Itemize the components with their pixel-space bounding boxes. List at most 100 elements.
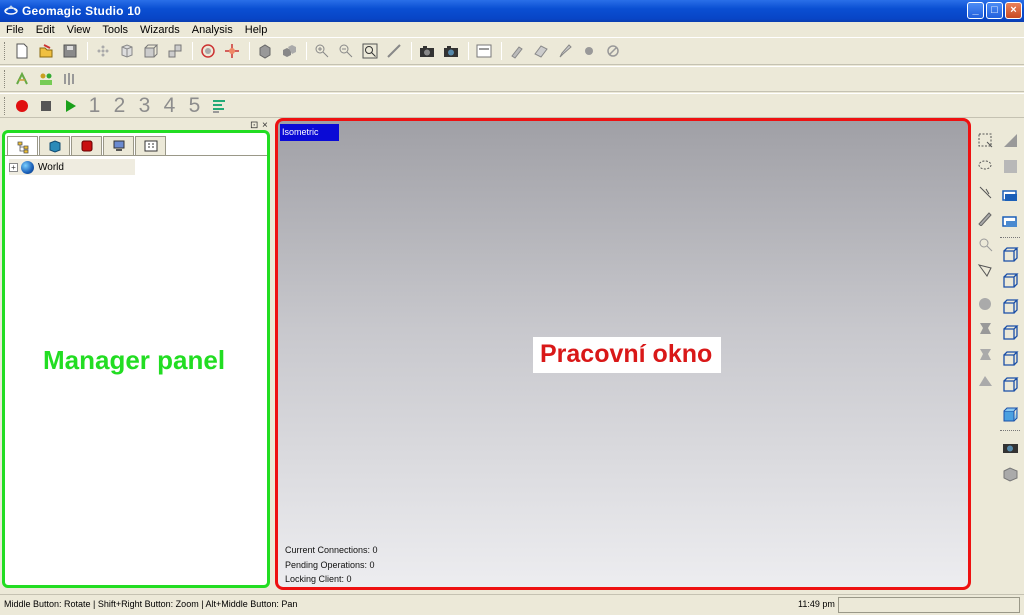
mesh-icon[interactable] — [116, 41, 137, 62]
display-icon — [81, 140, 92, 152]
assembly-icon[interactable] — [164, 41, 185, 62]
toolbar-separator — [411, 42, 412, 60]
macro-1-button[interactable]: 1 — [83, 94, 106, 118]
zoom-select-icon[interactable] — [975, 234, 996, 255]
macro-3-button[interactable]: 3 — [133, 94, 156, 118]
tab-computer[interactable] — [103, 136, 134, 155]
shaded-cube-icon[interactable] — [254, 41, 275, 62]
menu-analysis[interactable]: Analysis — [186, 24, 239, 36]
toolbar-grip[interactable] — [1000, 430, 1020, 433]
dot-icon[interactable] — [578, 41, 599, 62]
globe-icon — [21, 160, 34, 174]
macro-4-button[interactable]: 4 — [158, 94, 181, 118]
view-back-icon[interactable] — [1000, 270, 1021, 291]
zoom-fit-icon[interactable] — [359, 41, 380, 62]
cancel-circle-icon[interactable] — [602, 41, 623, 62]
box-view-icon[interactable] — [1000, 463, 1021, 484]
toolbar-separator — [306, 42, 307, 60]
columns-icon[interactable] — [59, 69, 80, 90]
sphere-select-icon[interactable] — [975, 293, 996, 314]
center-icon[interactable] — [221, 41, 242, 62]
invert-select-icon[interactable] — [975, 370, 996, 391]
snapshot-icon[interactable] — [1000, 437, 1021, 458]
tab-model-manager[interactable] — [7, 136, 38, 156]
menu-tools[interactable]: Tools — [96, 24, 134, 36]
shrink-select-icon[interactable] — [975, 344, 996, 365]
minimize-button[interactable]: _ — [967, 2, 984, 19]
new-file-icon[interactable] — [11, 41, 32, 62]
view-isometric-icon[interactable] — [1000, 404, 1021, 425]
record-icon[interactable] — [11, 95, 32, 116]
menu-bar: File Edit View Tools Wizards Analysis He… — [0, 22, 1024, 37]
macro-list-icon[interactable] — [208, 95, 229, 116]
rect-select-icon[interactable] — [975, 130, 996, 151]
measure-icon[interactable] — [383, 41, 404, 62]
main-toolbar — [0, 37, 1024, 65]
camera-icon[interactable] — [416, 41, 437, 62]
shade-box-icon[interactable] — [1000, 156, 1021, 177]
title-bar: Geomagic Studio 10 _ □ × — [0, 0, 1024, 22]
manager-panel-annotation: Manager panel — [43, 345, 226, 375]
toolbar-separator — [87, 42, 88, 60]
view-right-icon[interactable] — [1000, 322, 1021, 343]
close-button[interactable]: × — [1005, 2, 1022, 19]
manager-tabs — [7, 136, 167, 156]
tab-model[interactable] — [39, 136, 70, 155]
viewport[interactable]: Isometric Pracovní okno Current Connecti… — [275, 118, 971, 590]
lasso-select-icon[interactable] — [975, 156, 996, 177]
toolbar-grip[interactable] — [1000, 237, 1020, 240]
maximize-button[interactable]: □ — [986, 2, 1003, 19]
cube-icon[interactable] — [140, 41, 161, 62]
layer-select-icon[interactable] — [1000, 185, 1021, 206]
zoom-in-icon[interactable] — [311, 41, 332, 62]
toolbar-grip[interactable] — [4, 96, 7, 115]
window-icon[interactable] — [473, 41, 494, 62]
shade-up-icon[interactable] — [1000, 130, 1021, 151]
menu-edit[interactable]: Edit — [30, 24, 61, 36]
menu-view[interactable]: View — [61, 24, 97, 36]
zoom-out-icon[interactable] — [335, 41, 356, 62]
tab-grid[interactable] — [135, 136, 166, 155]
view-orientation-label: Isometric — [280, 124, 339, 141]
manager-panel: + World Manager panel — [2, 130, 270, 588]
poly-select-icon[interactable] — [975, 260, 996, 281]
people-icon[interactable] — [35, 69, 56, 90]
open-file-icon[interactable] — [35, 41, 56, 62]
play-icon[interactable] — [59, 95, 80, 116]
macro-5-button[interactable]: 5 — [183, 94, 206, 118]
grow-select-icon[interactable] — [975, 318, 996, 339]
macro-2-button[interactable]: 2 — [108, 94, 131, 118]
plane-icon[interactable] — [530, 41, 551, 62]
pen-icon[interactable] — [554, 41, 575, 62]
status-bar: Middle Button: Rotate | Shift+Right Butt… — [0, 594, 1024, 615]
tab-divider — [5, 155, 267, 156]
view-top-icon[interactable] — [1000, 348, 1021, 369]
progress-box — [838, 597, 1020, 613]
clock-text: 11:49 pm — [798, 599, 835, 609]
stop-icon[interactable] — [35, 95, 56, 116]
menu-file[interactable]: File — [0, 24, 30, 36]
app-icon — [4, 4, 18, 18]
tree-node-world[interactable]: + World — [9, 159, 135, 175]
layer-deselect-icon[interactable] — [1000, 211, 1021, 232]
camera-save-icon[interactable] — [440, 41, 461, 62]
points-icon[interactable] — [92, 41, 113, 62]
right-toolbar — [974, 118, 1024, 594]
save-icon[interactable] — [59, 41, 80, 62]
mouse-hint-text: Middle Button: Rotate | Shift+Right Butt… — [4, 599, 298, 609]
expand-icon[interactable]: + — [9, 162, 18, 172]
menu-help[interactable]: Help — [239, 24, 274, 36]
view-left-icon[interactable] — [1000, 296, 1021, 317]
shaded-cubes-icon[interactable] — [278, 41, 299, 62]
line-select-icon[interactable] — [975, 182, 996, 203]
toolbar-grip[interactable] — [4, 42, 7, 60]
rotate-icon[interactable] — [197, 41, 218, 62]
view-bottom-icon[interactable] — [1000, 374, 1021, 395]
menu-wizards[interactable]: Wizards — [134, 24, 186, 36]
tab-display[interactable] — [71, 136, 102, 155]
toolbar-grip[interactable] — [4, 70, 7, 88]
brush-select-icon[interactable] — [975, 207, 996, 228]
brush-icon[interactable] — [506, 41, 527, 62]
arrows-icon[interactable] — [11, 69, 32, 90]
view-front-icon[interactable] — [1000, 244, 1021, 265]
